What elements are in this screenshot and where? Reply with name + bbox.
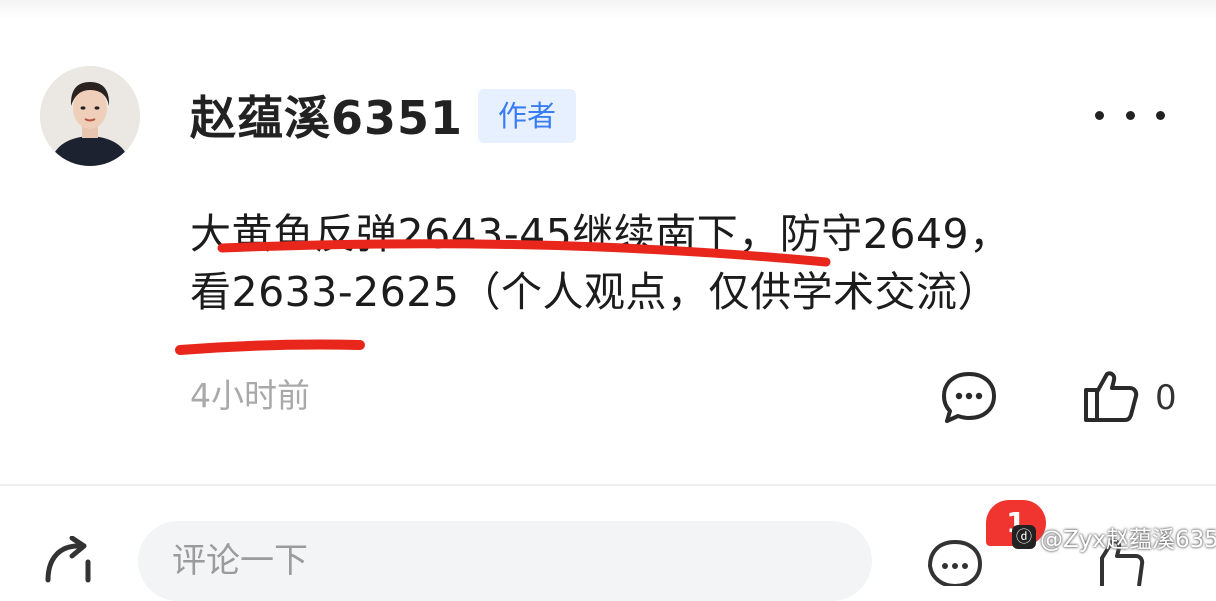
- bottom-comment-icon[interactable]: [922, 536, 988, 589]
- more-options-button[interactable]: [1085, 95, 1175, 135]
- post-content: 大黄鱼反弹2643-45继续南下，防守2649， 看2633-2625（个人观点…: [190, 205, 1190, 321]
- author-name[interactable]: 赵蕴溪6351: [190, 88, 463, 148]
- post-line: 大黄鱼反弹2643-45继续南下，防守2649，: [190, 210, 1011, 258]
- watermark-text: @Zyx赵蕴溪6351: [1040, 527, 1216, 553]
- post-line: 看2633-2625（个人观点，仅供学术交流）: [190, 268, 999, 316]
- more-dot-icon: [1125, 110, 1135, 120]
- more-dot-icon: [1156, 110, 1165, 120]
- top-separator: [0, 0, 1216, 20]
- author-badge: 作者: [478, 89, 576, 143]
- post-timestamp: 4小时前: [190, 376, 310, 415]
- like-count: 0: [1155, 378, 1177, 418]
- more-dot-icon: [1095, 110, 1104, 120]
- author-avatar[interactable]: [40, 66, 140, 166]
- watermark-logo-icon: ⓓ: [1012, 525, 1036, 549]
- comment-icon[interactable]: [940, 370, 998, 424]
- watermark: ⓓ @Zyx赵蕴溪6351: [1012, 520, 1216, 554]
- comment-input[interactable]: 评论一下: [138, 521, 872, 601]
- like-icon[interactable]: [1082, 368, 1140, 424]
- red-underline-line2: [175, 339, 365, 355]
- share-icon[interactable]: [38, 535, 104, 586]
